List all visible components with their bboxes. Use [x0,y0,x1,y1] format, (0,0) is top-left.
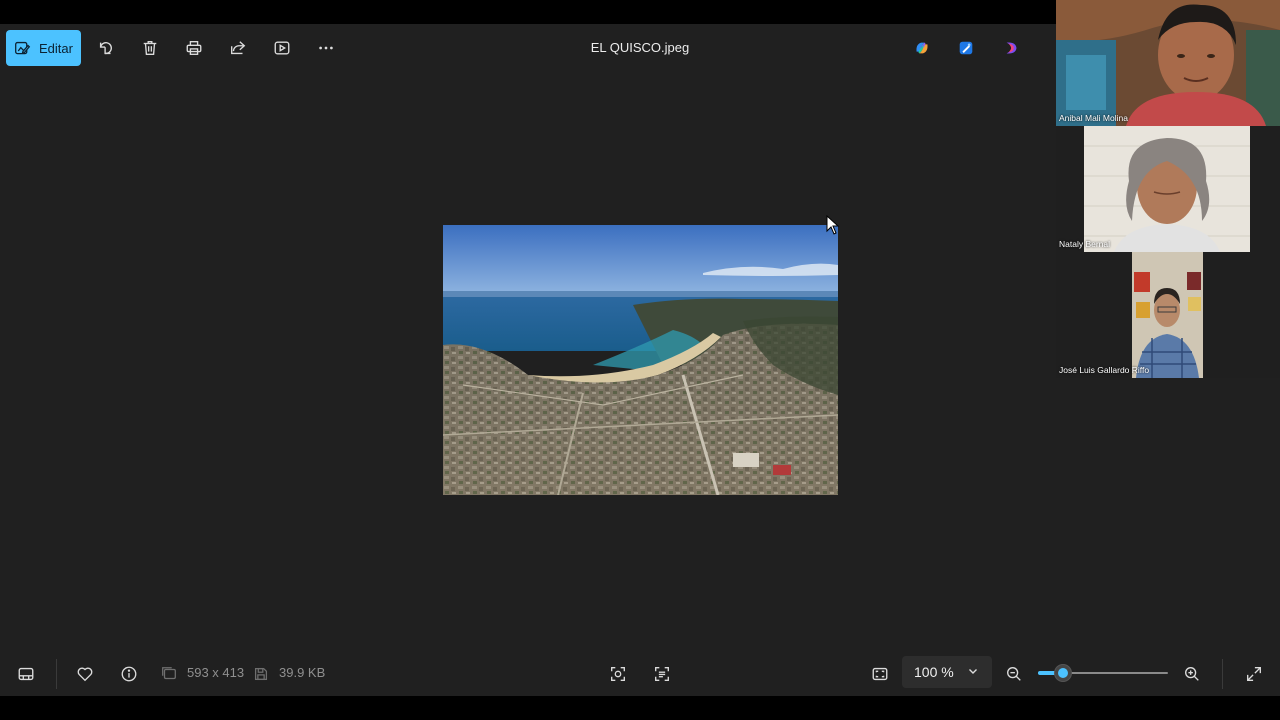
print-icon [186,41,202,55]
zoom-slider[interactable] [1038,665,1168,681]
slideshow-button[interactable] [270,36,294,60]
edit-button[interactable]: Editar [6,30,81,66]
zoom-level-value: 100 % [914,664,954,680]
file-info-button[interactable] [118,663,140,685]
aerial-photo-image [443,225,838,495]
zoom-out-icon [1007,667,1021,681]
fit-to-window-button[interactable] [869,663,891,685]
rotate-button[interactable] [94,36,118,60]
delete-icon [143,41,157,55]
zoom-in-icon [1185,667,1199,681]
delete-button[interactable] [138,36,162,60]
bottom-status-bar: 593 x 413 39.9 KB 100 % [0,650,1280,696]
visual-search-button[interactable] [607,663,629,685]
bottom-black-bar [0,696,1280,720]
more-icon [319,46,333,50]
video-call-participants: Anibal Mali Molina Nataly Bernal José Lu… [1056,0,1280,378]
expand-icon [1247,667,1261,681]
bottom-divider [56,659,57,689]
participant-name: Anibal Mali Molina [1059,113,1128,123]
save-disk-icon [254,667,268,681]
participant-name: José Luis Gallardo Riffo [1059,365,1150,375]
share-icon [231,41,246,55]
zoom-in-button[interactable] [1181,663,1203,685]
designer-button[interactable] [954,36,978,60]
fullscreen-button[interactable] [1243,663,1265,685]
file-size-icon-wrap [250,663,272,685]
bottom-divider [1222,659,1223,689]
zoom-level-dropdown[interactable]: 100 % [902,656,992,688]
rotate-icon [99,41,112,55]
clipchamp-icon [1006,42,1017,54]
image-dimensions: 593 x 413 [187,665,245,680]
participant-name: Nataly Bernal [1059,239,1111,249]
scan-text-icon [655,667,669,681]
mouse-pointer-icon [826,215,840,235]
file-title: EL QUISCO.jpeg [590,40,690,55]
zoom-slider-thumb[interactable] [1054,665,1071,681]
info-icon [121,666,137,682]
participant-video [1056,0,1280,126]
copilot-button[interactable] [910,36,934,60]
copilot-icon [916,42,928,54]
file-size: 39.9 KB [279,665,326,680]
dimensions-icon-wrap [158,663,180,685]
print-button[interactable] [182,36,206,60]
participant-video [1132,252,1203,378]
participant-tile[interactable]: José Luis Gallardo Riffo [1056,252,1280,378]
heart-icon [77,667,93,682]
edit-image-icon [15,41,31,54]
filmstrip-icon [18,667,34,681]
participant-video [1084,126,1250,252]
filmstrip-button[interactable] [15,663,37,685]
edit-button-label: Editar [39,40,73,56]
favorite-button[interactable] [74,663,96,685]
fit-to-window-icon [872,667,888,681]
scan-text-button[interactable] [651,663,673,685]
chevron-down-icon [969,669,977,674]
participant-tile[interactable]: Nataly Bernal [1056,126,1280,252]
share-button[interactable] [226,36,250,60]
photo-viewer[interactable] [443,225,838,495]
participant-tile[interactable]: Anibal Mali Molina [1056,0,1280,126]
visual-search-icon [611,667,625,681]
zoom-out-button[interactable] [1003,663,1025,685]
slideshow-icon [274,41,290,55]
more-options-button[interactable] [314,36,338,60]
image-dimensions-icon [162,667,176,680]
clipchamp-button[interactable] [1000,36,1024,60]
designer-icon [959,41,973,55]
